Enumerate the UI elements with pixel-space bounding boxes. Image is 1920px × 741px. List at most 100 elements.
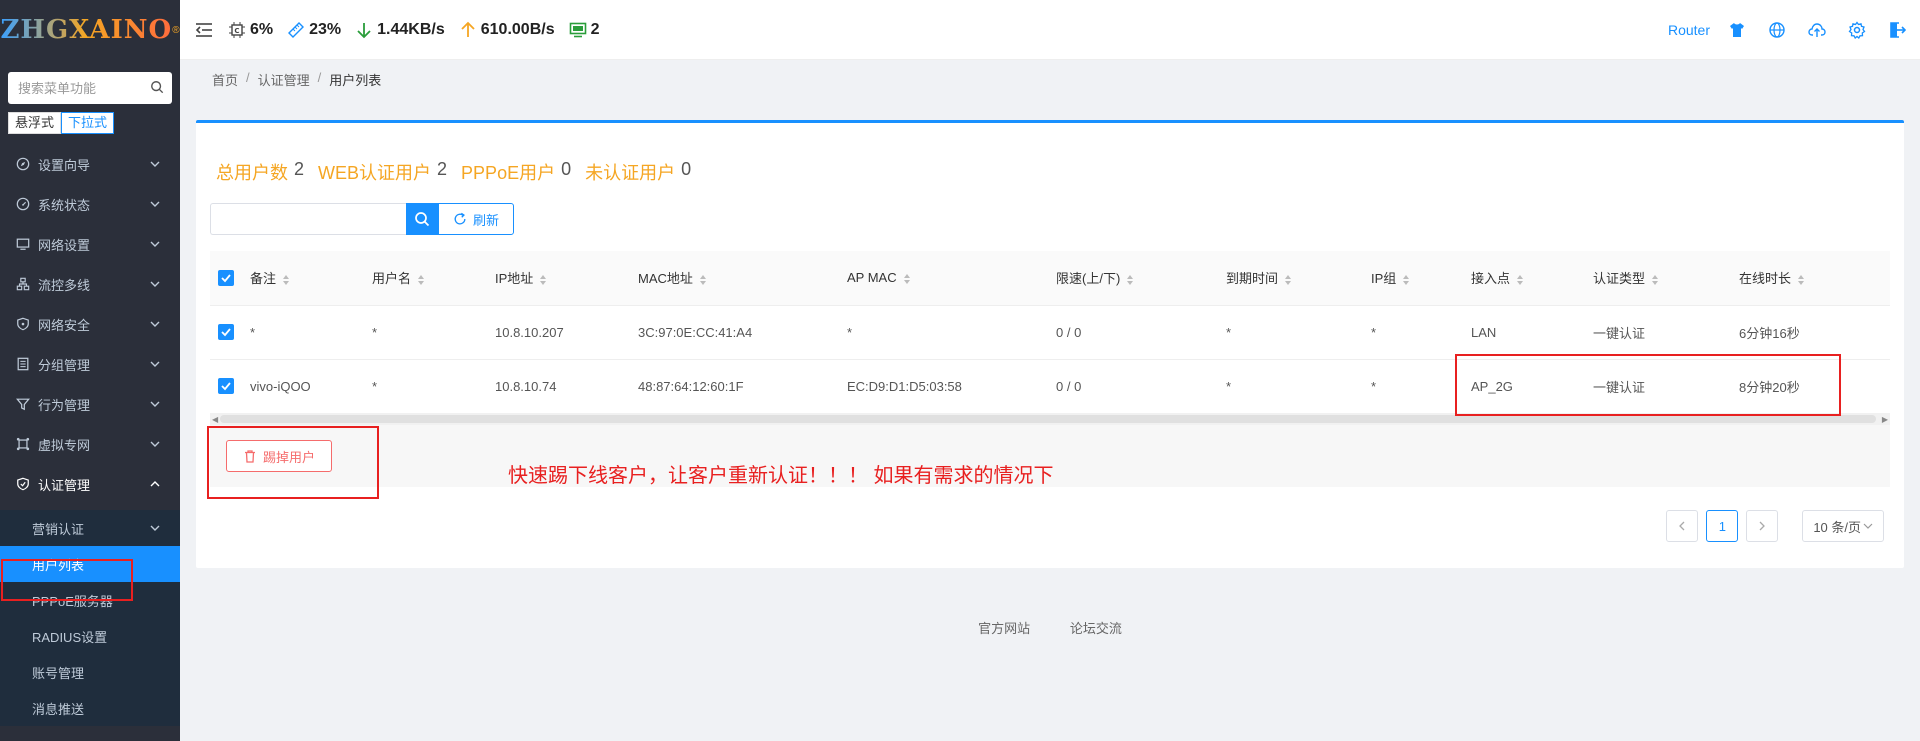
refresh-button[interactable]: 刷新 [438, 203, 514, 235]
column-header[interactable]: 用户名 [372, 251, 495, 305]
sidebar-item-label: 设置向导 [38, 155, 90, 174]
breadcrumb-auth-management[interactable]: 认证管理 [258, 70, 310, 89]
column-header[interactable]: 接入点 [1471, 251, 1593, 305]
chevron-down-icon [150, 239, 160, 249]
sidebar-item-label: 消息推送 [32, 699, 84, 718]
row-checkbox[interactable] [218, 324, 234, 340]
sidebar-item-label: 系统状态 [38, 195, 90, 214]
sidebar-item-label: RADIUS设置 [32, 627, 107, 646]
sidebar-item-vpn[interactable]: 虚拟专网 [0, 424, 180, 464]
cell-username: * [372, 359, 495, 413]
column-header[interactable]: IP组 [1371, 251, 1471, 305]
column-header[interactable]: 在线时长 [1739, 251, 1890, 305]
memory-stat: 23% [287, 21, 341, 39]
web-users-value: 2 [437, 159, 447, 185]
router-label[interactable]: Router [1668, 22, 1710, 38]
sidebar-item-account-management[interactable]: 账号管理 [0, 654, 180, 690]
column-header[interactable]: 备注 [250, 251, 372, 305]
column-header[interactable]: MAC地址 [638, 251, 847, 305]
next-page-button[interactable] [1746, 510, 1778, 542]
sidebar-item-behavior-management[interactable]: 行为管理 [0, 384, 180, 424]
memory-value: 23% [309, 21, 341, 39]
chevron-down-icon [150, 359, 160, 369]
user-search-input[interactable] [210, 203, 406, 235]
table-row[interactable]: * * 10.8.10.207 3C:97:0E:CC:41:A4 * 0 / … [210, 305, 1890, 359]
monitor-icon [16, 237, 30, 251]
sort-icon [539, 274, 547, 286]
sidebar-item-flow-control[interactable]: 流控多线 [0, 264, 180, 304]
cpu-value: 6% [250, 21, 273, 39]
registered-mark: ® [172, 25, 179, 36]
menu-mode-toggle: 悬浮式 下拉式 [8, 112, 172, 134]
cell-note: * [250, 305, 372, 359]
prev-page-button[interactable] [1666, 510, 1698, 542]
sidebar-item-group-management[interactable]: 分组管理 [0, 344, 180, 384]
sidebar: ZHGXAINO® 悬浮式 下拉式 设置向导 系统状态 网络设置 流控多线 [0, 0, 180, 741]
sidebar-item-network-security[interactable]: 网络安全 [0, 304, 180, 344]
logout-icon[interactable] [1888, 21, 1906, 39]
sidebar-item-label: 网络安全 [38, 315, 90, 334]
scrollbar-thumb[interactable] [220, 415, 1876, 423]
sidebar-item-radius-settings[interactable]: RADIUS设置 [0, 618, 180, 654]
page-number-button[interactable]: 1 [1706, 510, 1738, 542]
sidebar-item-label: 认证管理 [38, 475, 90, 494]
footer-forum-link[interactable]: 论坛交流 [1070, 621, 1122, 636]
cell-username: * [372, 305, 495, 359]
sidebar-item-setup-wizard[interactable]: 设置向导 [0, 144, 180, 184]
refresh-icon [453, 212, 467, 226]
user-counts: 总用户数 2 WEB认证用户 2 PPPoE用户 0 未认证用户 0 [216, 159, 705, 185]
tshirt-icon[interactable] [1728, 21, 1746, 39]
menu-search-input[interactable] [8, 72, 172, 104]
search-button[interactable] [406, 203, 438, 235]
scroll-right-icon[interactable]: ▶ [1882, 415, 1888, 424]
auth-submenu: 营销认证 用户列表 PPPoE服务器 RADIUS设置 账号管理 消息推送 [0, 510, 180, 726]
globe-icon[interactable] [1768, 21, 1786, 39]
cell-ip-group: * [1371, 305, 1471, 359]
svg-text:C: C [234, 27, 239, 35]
sidebar-item-system-status[interactable]: 系统状态 [0, 184, 180, 224]
footer-official-site-link[interactable]: 官方网站 [978, 621, 1030, 636]
sort-icon [1284, 274, 1292, 286]
column-header[interactable]: 认证类型 [1593, 251, 1739, 305]
chevron-down-icon [150, 199, 160, 209]
cell-ap-mac: * [847, 305, 1056, 359]
menu-collapse-icon[interactable] [194, 20, 214, 40]
pagination: 1 10 条/页 [1658, 510, 1884, 542]
gear-icon[interactable] [1848, 21, 1866, 39]
hierarchy-icon [16, 277, 30, 291]
check-icon [220, 272, 232, 284]
cell-note: vivo-iQOO [250, 359, 372, 413]
row-checkbox[interactable] [218, 378, 234, 394]
sidebar-item-label: 虚拟专网 [38, 435, 90, 454]
scroll-left-icon[interactable]: ◀ [212, 415, 218, 424]
breadcrumb-separator: / [246, 70, 250, 89]
breadcrumb-home[interactable]: 首页 [212, 70, 238, 89]
unauth-users-label: 未认证用户 [585, 159, 675, 185]
mode-dropdown-button[interactable]: 下拉式 [61, 112, 114, 134]
unauth-users-value: 0 [681, 159, 691, 185]
column-header[interactable]: AP MAC [847, 251, 1056, 305]
column-header[interactable]: 限速(上/下) [1056, 251, 1226, 305]
cell-ip: 10.8.10.207 [495, 305, 638, 359]
cell-online-time: 6分钟16秒 [1739, 305, 1890, 359]
column-header[interactable]: IP地址 [495, 251, 638, 305]
sort-icon [417, 274, 425, 286]
cloud-upload-icon[interactable] [1808, 21, 1826, 39]
shield-icon [16, 317, 30, 331]
sort-icon [1651, 274, 1659, 286]
select-all-checkbox[interactable] [218, 270, 234, 286]
page-size-value: 10 条/页 [1813, 517, 1861, 536]
column-header[interactable]: 到期时间 [1226, 251, 1371, 305]
sidebar-item-message-push[interactable]: 消息推送 [0, 690, 180, 726]
sidebar-item-auth-management[interactable]: 认证管理 [0, 464, 180, 504]
web-users-label: WEB认证用户 [318, 159, 431, 185]
mode-float-button[interactable]: 悬浮式 [8, 112, 61, 134]
sidebar-item-marketing-auth[interactable]: 营销认证 [0, 510, 180, 546]
sort-icon [699, 274, 707, 286]
search-icon[interactable] [150, 80, 164, 94]
table-toolbar: 刷新 [210, 203, 514, 235]
sidebar-item-label: 流控多线 [38, 275, 90, 294]
sidebar-item-network-settings[interactable]: 网络设置 [0, 224, 180, 264]
page-size-select[interactable]: 10 条/页 [1802, 510, 1884, 542]
chevron-right-icon [1758, 521, 1766, 531]
